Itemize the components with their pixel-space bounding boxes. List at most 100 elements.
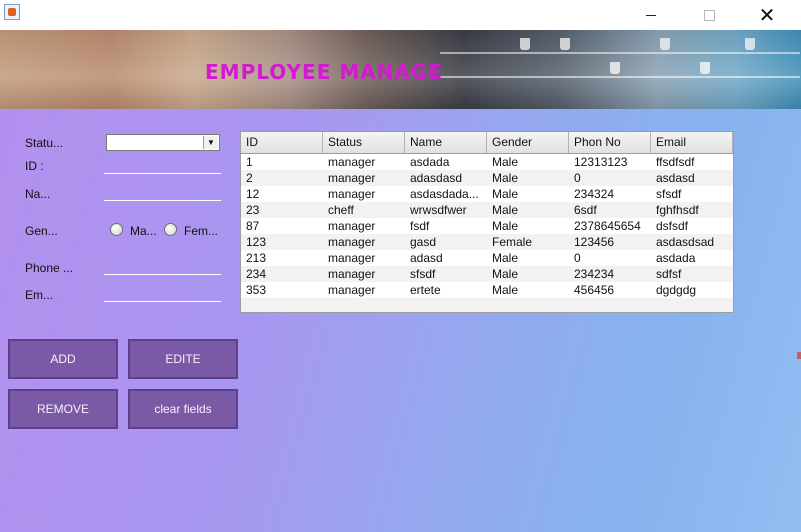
cell-id: 353 bbox=[246, 283, 267, 297]
cell-name: wrwsdfwer bbox=[410, 203, 467, 217]
window-edge-marker bbox=[797, 352, 801, 359]
table-body: 1 manager asdada Male 12313123 ffsdfsdf … bbox=[241, 154, 733, 298]
column-header-id[interactable]: ID bbox=[241, 132, 323, 153]
table-row[interactable]: 12 manager asdasdada... Male 234324 sfsd… bbox=[241, 186, 733, 202]
cell-id: 213 bbox=[246, 251, 267, 265]
close-icon: ✕ bbox=[758, 3, 776, 27]
column-header-phone[interactable]: Phon No bbox=[569, 132, 651, 153]
female-radio-label[interactable]: Fem... bbox=[184, 224, 218, 238]
cell-email: sfsdf bbox=[656, 187, 682, 201]
cell-phone: 234234 bbox=[574, 267, 615, 281]
cell-id: 234 bbox=[246, 267, 267, 281]
java-icon bbox=[4, 4, 20, 20]
table-row[interactable]: 23 cheff wrwsdfwer Male 6sdf fghfhsdf bbox=[241, 202, 733, 218]
cell-name: asdada bbox=[410, 155, 450, 169]
cell-status: manager bbox=[328, 267, 376, 281]
banner-title: EMPLOYEE MANAGE bbox=[205, 60, 443, 84]
cell-name: adasdasd bbox=[410, 171, 463, 185]
remove-button[interactable]: REMOVE bbox=[8, 389, 118, 429]
cell-email: asdasd bbox=[656, 171, 695, 185]
chevron-down-icon[interactable]: ▼ bbox=[203, 136, 218, 149]
id-label: ID : bbox=[25, 159, 44, 173]
minimize-icon bbox=[646, 14, 656, 16]
cell-gender: Male bbox=[492, 155, 519, 169]
cell-name: asdasdada... bbox=[410, 187, 479, 201]
cell-gender: Male bbox=[492, 283, 519, 297]
cell-id: 23 bbox=[246, 203, 260, 217]
cell-status: manager bbox=[328, 235, 376, 249]
cell-email: dgdgdg bbox=[656, 283, 697, 297]
cell-name: adasd bbox=[410, 251, 443, 265]
cell-phone: 6sdf bbox=[574, 203, 597, 217]
cell-email: fghfhsdf bbox=[656, 203, 699, 217]
status-label: Statu... bbox=[25, 136, 64, 150]
cell-gender: Male bbox=[492, 219, 519, 233]
cell-gender: Female bbox=[492, 235, 533, 249]
cell-status: cheff bbox=[328, 203, 354, 217]
cell-phone: 12313123 bbox=[574, 155, 628, 169]
table-row[interactable]: 123 manager gasd Female 123456 asdasdsad bbox=[241, 234, 733, 250]
table-row[interactable]: 1 manager asdada Male 12313123 ffsdfsdf bbox=[241, 154, 733, 170]
cell-status: manager bbox=[328, 155, 376, 169]
table-header: ID Status Name Gender Phon No Email bbox=[241, 132, 733, 154]
maximize-button[interactable] bbox=[686, 0, 732, 30]
cell-email: sdfsf bbox=[656, 267, 682, 281]
phone-field[interactable] bbox=[104, 255, 221, 275]
cell-status: manager bbox=[328, 171, 376, 185]
employee-table[interactable]: ID Status Name Gender Phon No Email 1 ma… bbox=[240, 131, 734, 313]
header-banner: EMPLOYEE MANAGE bbox=[0, 30, 801, 109]
cell-email: asdasdsad bbox=[656, 235, 715, 249]
table-row[interactable]: 234 manager sfsdf Male 234234 sdfsf bbox=[241, 266, 733, 282]
cell-status: manager bbox=[328, 251, 376, 265]
cell-id: 87 bbox=[246, 219, 260, 233]
table-row[interactable]: 87 manager fsdf Male 2378645654 dsfsdf bbox=[241, 218, 733, 234]
cell-id: 2 bbox=[246, 171, 253, 185]
column-header-status[interactable]: Status bbox=[323, 132, 405, 153]
status-combobox[interactable]: ▼ bbox=[106, 134, 220, 151]
cell-name: ertete bbox=[410, 283, 441, 297]
name-field[interactable] bbox=[104, 181, 221, 201]
table-row[interactable]: 2 manager adasdasd Male 0 asdasd bbox=[241, 170, 733, 186]
column-header-name[interactable]: Name bbox=[405, 132, 487, 153]
phone-label: Phone ... bbox=[25, 261, 74, 275]
cell-gender: Male bbox=[492, 187, 519, 201]
cell-gender: Male bbox=[492, 203, 519, 217]
email-label: Em... bbox=[25, 288, 54, 302]
id-field[interactable] bbox=[104, 154, 221, 174]
cell-phone: 0 bbox=[574, 171, 581, 185]
cell-phone: 456456 bbox=[574, 283, 615, 297]
cell-gender: Male bbox=[492, 267, 519, 281]
male-radio-label[interactable]: Ma... bbox=[130, 224, 157, 238]
cell-email: asdada bbox=[656, 251, 696, 265]
minimize-button[interactable] bbox=[628, 0, 674, 30]
female-radio[interactable] bbox=[164, 223, 177, 236]
cell-phone: 123456 bbox=[574, 235, 615, 249]
clear-fields-button[interactable]: clear fields bbox=[128, 389, 238, 429]
cell-id: 123 bbox=[246, 235, 267, 249]
table-row[interactable]: 213 manager adasd Male 0 asdada bbox=[241, 250, 733, 266]
edit-button[interactable]: EDITE bbox=[128, 339, 238, 379]
cell-id: 1 bbox=[246, 155, 253, 169]
name-label: Na... bbox=[25, 187, 51, 201]
column-header-email[interactable]: Email bbox=[651, 132, 733, 153]
maximize-icon bbox=[703, 9, 715, 21]
table-row[interactable]: 353 manager ertete Male 456456 dgdgdg bbox=[241, 282, 733, 298]
close-button[interactable]: ✕ bbox=[744, 0, 790, 30]
email-field[interactable] bbox=[104, 282, 221, 302]
cell-name: fsdf bbox=[410, 219, 430, 233]
cell-gender: Male bbox=[492, 251, 519, 265]
cell-name: gasd bbox=[410, 235, 437, 249]
cell-status: manager bbox=[328, 187, 376, 201]
add-button[interactable]: ADD bbox=[8, 339, 118, 379]
cell-id: 12 bbox=[246, 187, 260, 201]
cell-status: manager bbox=[328, 219, 376, 233]
male-radio[interactable] bbox=[110, 223, 123, 236]
cell-email: dsfsdf bbox=[656, 219, 689, 233]
cell-phone: 2378645654 bbox=[574, 219, 641, 233]
main-panel: Statu... ▼ ID : Na... Gen... Ma... Fem..… bbox=[0, 109, 801, 532]
cell-phone: 0 bbox=[574, 251, 581, 265]
column-header-gender[interactable]: Gender bbox=[487, 132, 569, 153]
gender-label: Gen... bbox=[25, 224, 58, 238]
cell-gender: Male bbox=[492, 171, 519, 185]
cell-name: sfsdf bbox=[410, 267, 436, 281]
